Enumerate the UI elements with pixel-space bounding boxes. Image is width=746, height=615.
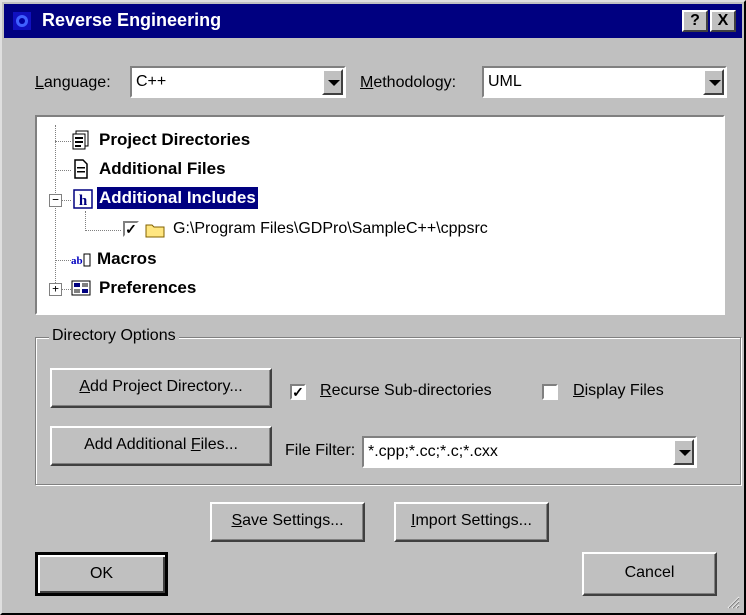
tree-connector	[55, 141, 71, 142]
folder-icon	[145, 224, 165, 238]
tree-connector	[85, 230, 121, 231]
tree-connector	[61, 200, 71, 201]
cancel-button[interactable]: Cancel	[582, 552, 717, 596]
display-files-label[interactable]: Display Files	[573, 382, 664, 400]
add-project-directory-button[interactable]: Add Project Directory...	[50, 368, 272, 408]
recurse-subdirectories-checkbox[interactable]: ✓	[290, 384, 306, 400]
document-icon	[74, 159, 88, 179]
title-bar[interactable]: Reverse Engineering ? X	[4, 4, 742, 38]
tree-collapse-toggle[interactable]: −	[49, 194, 62, 207]
resize-grip-icon[interactable]	[726, 595, 740, 609]
file-filter-label: File Filter:	[285, 442, 356, 459]
language-select[interactable]: C++	[130, 66, 346, 98]
preferences-icon	[71, 280, 91, 296]
add-additional-files-button[interactable]: Add Additional Files...	[50, 426, 272, 466]
language-value: C++	[136, 73, 167, 90]
tree-expand-toggle[interactable]: +	[49, 283, 62, 296]
tree-connector	[55, 170, 71, 171]
app-icon	[13, 12, 31, 30]
svg-text:h: h	[79, 193, 88, 209]
project-directories-icon	[72, 130, 89, 150]
directory-options-title: Directory Options	[49, 327, 179, 345]
tree-connector	[85, 211, 86, 231]
tree-connector	[55, 125, 56, 289]
include-path-checkbox[interactable]: ✓	[123, 221, 139, 237]
abc-icon: ab	[71, 253, 91, 267]
file-filter-value: *.cpp;*.cc;*.c;*.cxx	[368, 443, 498, 460]
chevron-down-icon[interactable]	[673, 439, 694, 465]
window-title: Reverse Engineering	[42, 10, 222, 30]
reverse-engineering-dialog: Reverse Engineering ? X Language: C++ Me…	[0, 0, 746, 615]
ok-button[interactable]: OK	[35, 552, 168, 596]
methodology-label: Methodology:	[360, 74, 457, 91]
help-button[interactable]: ?	[682, 10, 708, 32]
recurse-subdirectories-label[interactable]: Recurse Sub-directories	[320, 382, 492, 400]
tree-connector	[61, 289, 71, 290]
import-settings-button[interactable]: Import Settings...	[394, 502, 549, 542]
close-button[interactable]: X	[710, 10, 736, 32]
language-label: Language:	[35, 74, 111, 91]
tree-connector	[55, 260, 71, 261]
chevron-down-icon[interactable]	[322, 69, 343, 95]
display-files-checkbox[interactable]	[542, 384, 558, 400]
save-settings-button[interactable]: Save Settings...	[210, 502, 365, 542]
include-tree[interactable]: Project Directories Additional Files − h…	[35, 115, 725, 315]
methodology-value: UML	[488, 73, 522, 90]
methodology-select[interactable]: UML	[482, 66, 727, 98]
file-filter-select[interactable]: *.cpp;*.cc;*.c;*.cxx	[362, 436, 697, 468]
header-h-icon: h	[73, 189, 93, 209]
svg-text:ab: ab	[71, 255, 83, 267]
chevron-down-icon[interactable]	[703, 69, 724, 95]
